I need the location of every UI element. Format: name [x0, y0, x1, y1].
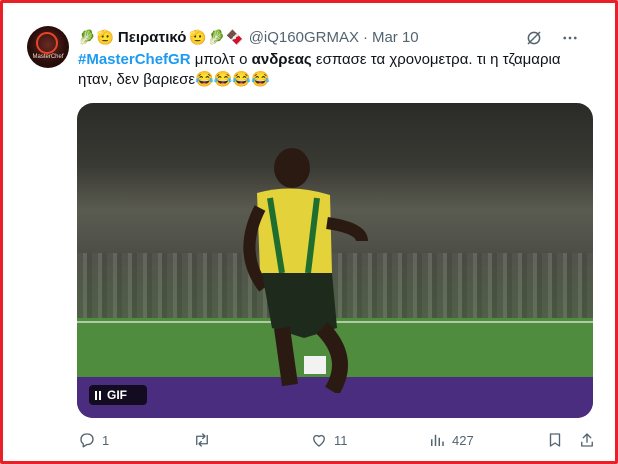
share-button[interactable]	[578, 431, 596, 449]
more-options-icon[interactable]	[560, 28, 580, 48]
author-emoji: 🥬	[78, 29, 96, 45]
tweet-text-part: μπολτ ο	[190, 51, 252, 68]
author-emoji: 🫡	[96, 29, 114, 45]
tweet-date[interactable]: Mar 10	[372, 29, 419, 46]
gif-media[interactable]	[77, 103, 593, 418]
like-count: 11	[334, 432, 348, 448]
tweet-text: #MasterChefGR μπολτ ο ανδρεας εσπασε τα …	[78, 50, 598, 90]
hashtag-link[interactable]: #MasterChefGR	[78, 51, 191, 68]
like-button[interactable]: 11	[310, 431, 348, 449]
views-count: 427	[452, 432, 474, 448]
views-button[interactable]: 427	[428, 431, 474, 449]
athlete-figure	[243, 148, 368, 393]
reply-icon	[80, 433, 94, 448]
share-icon	[581, 433, 593, 447]
pause-icon	[95, 390, 101, 400]
heart-icon	[313, 434, 325, 447]
avatar-logo-icon	[36, 32, 58, 54]
author-emoji: 🍫	[226, 29, 244, 45]
retweet-icon	[196, 433, 208, 447]
avatar-label: MasterChef	[32, 54, 64, 60]
author-emoji: 🫡	[189, 29, 207, 45]
author-handle[interactable]: @iQ160GRMAX	[249, 29, 359, 46]
gif-badge[interactable]: GIF	[89, 385, 147, 405]
retweet-button[interactable]	[192, 431, 218, 449]
tweet-header: 🥬 🫡 Πειρατικό 🫡 🥬 🍫 @iQ160GRMAX · Mar 10	[78, 27, 419, 47]
tweet-bold-word: ανδρεας	[251, 51, 312, 68]
separator-dot: ·	[362, 28, 368, 46]
reply-count: 1	[102, 432, 110, 448]
bookmark-button[interactable]	[546, 431, 564, 449]
author-emoji: 🥬	[207, 29, 226, 45]
tweet-emojis: 😂😂😂😂	[195, 71, 270, 88]
bookmark-icon	[549, 433, 561, 447]
avatar[interactable]: MasterChef	[27, 26, 69, 68]
grok-icon[interactable]	[524, 28, 544, 48]
gif-label: GIF	[107, 388, 127, 402]
header-actions	[524, 28, 580, 48]
reply-button[interactable]: 1	[78, 431, 109, 449]
author-name[interactable]: Πειρατικό	[118, 29, 187, 46]
tweet-actions: 1 11 427	[78, 431, 598, 451]
views-icon	[431, 434, 444, 446]
